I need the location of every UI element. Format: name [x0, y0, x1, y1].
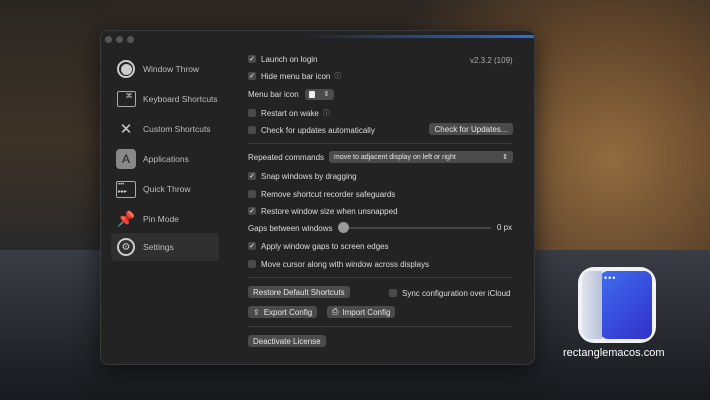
repeated-commands-select[interactable]: move to adjacent display on left or righ…: [329, 151, 513, 163]
check-updates-checkbox[interactable]: Check for updates automatically: [248, 124, 375, 136]
app-store-icon: A: [115, 148, 137, 170]
menu-bar-icon-row: Menu bar icon ⇕: [248, 88, 334, 100]
divider: [248, 277, 512, 278]
button-label: Import Config: [342, 307, 391, 317]
tools-icon: ✕: [119, 121, 133, 138]
gaps-slider-thumb[interactable]: [338, 222, 349, 233]
snap-windows-checkbox[interactable]: ✓ Snap windows by dragging: [248, 170, 357, 182]
checkbox-box: [248, 109, 256, 117]
minimize-button[interactable]: [116, 36, 123, 43]
window-throw-icon: [115, 58, 137, 80]
share-icon: ⇪: [253, 307, 260, 317]
keyboard-command-icon: ⌘: [115, 88, 137, 110]
checkbox-box: [248, 190, 256, 198]
checkbox-label: Restart on wake: [261, 108, 319, 118]
sidebar-item-label: Keyboard Shortcuts: [143, 94, 218, 104]
sidebar-item-label: Settings: [143, 242, 174, 252]
checkmark-icon: ✓: [248, 72, 256, 80]
sidebar-item-label: Quick Throw: [143, 184, 191, 194]
import-config-button[interactable]: ⎙ Import Config: [327, 306, 396, 318]
sidebar-item-label: Pin Mode: [143, 214, 179, 224]
pin-icon: 📌: [116, 211, 136, 228]
menu-bar-icon-label: Menu bar icon: [248, 89, 299, 99]
sidebar-item-custom-shortcuts[interactable]: ✕ Custom Shortcuts: [111, 115, 219, 143]
sidebar-item-settings[interactable]: ⚙ Settings: [111, 233, 219, 261]
gaps-slider-track[interactable]: [341, 227, 491, 229]
restore-default-shortcuts-button[interactable]: Restore Default Shortcuts: [248, 286, 350, 298]
settings-window: Window Throw ⌘ Keyboard Shortcuts ✕ Custom…: [100, 30, 535, 365]
repeated-commands-row: Repeated commands: [248, 151, 324, 163]
hide-menu-bar-icon-checkbox[interactable]: ✓ Hide menu bar icon ⓘ: [248, 70, 341, 82]
repeated-commands-label: Repeated commands: [248, 152, 325, 162]
version-label: v2.3.2 (109): [470, 56, 513, 65]
sidebar-item-pin-mode[interactable]: 📌 Pin Mode: [111, 205, 219, 233]
checkbox-label: Hide menu bar icon: [261, 71, 331, 81]
sidebar-item-quick-throw[interactable]: ••• ▸▸▸ Quick Throw: [111, 175, 219, 203]
sync-icloud-checkbox[interactable]: Sync configuration over iCloud: [389, 287, 511, 299]
move-cursor-checkbox[interactable]: Move cursor along with window across dis…: [248, 258, 429, 270]
chevron-updown-icon: ⇕: [323, 91, 330, 98]
sidebar-item-applications[interactable]: A Applications: [111, 145, 219, 173]
gaps-label: Gaps between windows: [248, 223, 333, 233]
checkbox-label: Snap windows by dragging: [261, 171, 357, 181]
menu-bar-icon-select[interactable]: ⇕: [304, 88, 334, 100]
export-config-button[interactable]: ⇪ Export Config: [248, 306, 318, 318]
zoom-button[interactable]: [127, 36, 134, 43]
gear-icon: ⚙: [115, 236, 137, 258]
rectangle-app-logo: •••: [578, 267, 656, 343]
sidebar-item-label: Custom Shortcuts: [143, 124, 211, 134]
quick-throw-icon: ••• ▸▸▸: [115, 178, 137, 200]
deactivate-license-button[interactable]: Deactivate License: [248, 335, 326, 347]
checkbox-label: Launch on login: [261, 54, 318, 64]
chevron-updown-icon: ⇕: [502, 154, 508, 161]
checkbox-label: Apply window gaps to screen edges: [261, 241, 389, 251]
sidebar-item-window-throw[interactable]: Window Throw: [111, 55, 219, 83]
info-icon[interactable]: ⓘ: [334, 71, 341, 81]
checkmark-icon: ✓: [248, 242, 256, 250]
sidebar-item-label: Applications: [143, 154, 189, 164]
checkbox-box: [248, 126, 256, 134]
watermark-text: rectanglemacos.com: [563, 347, 665, 359]
info-icon[interactable]: ⓘ: [323, 108, 330, 118]
sidebar-item-label: Window Throw: [143, 64, 200, 74]
checkbox-label: Sync configuration over iCloud: [402, 288, 511, 298]
checkmark-icon: ✓: [248, 55, 256, 63]
apply-gaps-checkbox[interactable]: ✓ Apply window gaps to screen edges: [248, 240, 389, 252]
checkbox-label: Restore window size when unsnapped: [261, 206, 398, 216]
divider: [248, 326, 512, 327]
launch-on-login-checkbox[interactable]: ✓ Launch on login: [248, 53, 318, 65]
checkbox-box: [389, 289, 397, 297]
restart-on-wake-checkbox[interactable]: Restart on wake ⓘ: [248, 107, 330, 119]
checkmark-icon: ✓: [248, 172, 256, 180]
button-label: Export Config: [263, 307, 313, 317]
checkbox-label: Check for updates automatically: [261, 125, 375, 135]
checkbox-label: Move cursor along with window across dis…: [261, 259, 430, 269]
checkmark-icon: ✓: [248, 207, 256, 215]
import-icon: ⎙: [332, 307, 339, 316]
restore-size-checkbox[interactable]: ✓ Restore window size when unsnapped: [248, 205, 398, 217]
check-for-updates-button[interactable]: Check for Updates...: [429, 123, 513, 135]
gaps-value: 0 px: [497, 223, 513, 232]
gaps-row: Gaps between windows: [248, 222, 333, 234]
select-value: move to adjacent display on left or righ…: [334, 153, 456, 161]
rectangle-icon: [308, 90, 315, 98]
divider: [248, 143, 512, 144]
sidebar-item-keyboard-shortcuts[interactable]: ⌘ Keyboard Shortcuts: [111, 85, 219, 113]
checkbox-box: [248, 260, 256, 268]
accent-line: [301, 35, 534, 38]
close-button[interactable]: [105, 36, 112, 43]
checkbox-label: Remove shortcut recorder safeguards: [261, 189, 396, 199]
remove-safeguards-checkbox[interactable]: Remove shortcut recorder safeguards: [248, 188, 395, 200]
